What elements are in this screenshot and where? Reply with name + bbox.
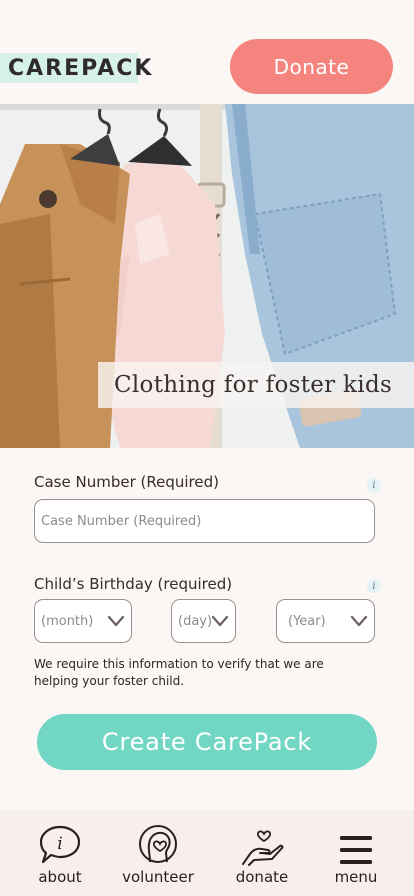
carepack-logo[interactable]: CAREPACK bbox=[0, 52, 153, 84]
chevron-down-icon bbox=[350, 615, 368, 627]
nav-label-volunteer: volunteer bbox=[122, 868, 194, 886]
app-header: CAREPACK Donate bbox=[0, 0, 414, 104]
svg-text:i: i bbox=[57, 834, 62, 854]
nav-item-volunteer[interactable]: volunteer bbox=[112, 810, 204, 896]
birth-month-value: (month) bbox=[41, 613, 94, 629]
donate-button[interactable]: Donate bbox=[230, 39, 393, 94]
birthday-label: Child’s Birthday (required) bbox=[34, 575, 233, 593]
chevron-down-icon bbox=[107, 615, 125, 627]
hero-image: Clothing for foster kids bbox=[0, 104, 414, 448]
logo-text: CAREPACK bbox=[8, 55, 154, 81]
head-heart-icon bbox=[139, 825, 177, 863]
nav-label-about: about bbox=[38, 868, 82, 886]
hero-caption: Clothing for foster kids bbox=[98, 362, 414, 408]
birth-month-select[interactable]: (month) bbox=[34, 599, 132, 643]
case-number-input[interactable] bbox=[34, 499, 375, 543]
chevron-down-icon bbox=[211, 615, 229, 627]
nav-label-menu: menu bbox=[334, 868, 378, 886]
birth-year-select[interactable]: (Year) bbox=[276, 599, 375, 643]
birth-day-value: (day) bbox=[178, 613, 213, 629]
case-number-label: Case Number (Required) bbox=[34, 473, 219, 491]
birth-day-select[interactable]: (day) bbox=[171, 599, 236, 643]
verification-note: We require this information to verify th… bbox=[34, 657, 324, 688]
nav-label-donate: donate bbox=[235, 868, 289, 886]
speech-bubble-info-icon: i bbox=[39, 825, 81, 864]
birth-year-value: (Year) bbox=[288, 613, 326, 629]
nav-item-donate[interactable]: donate bbox=[222, 810, 302, 896]
hamburger-menu-icon bbox=[340, 836, 372, 864]
hand-heart-icon bbox=[242, 830, 284, 866]
case-number-info-icon[interactable]: i bbox=[367, 478, 381, 492]
birthday-info-icon[interactable]: i bbox=[367, 579, 381, 593]
bottom-navigation: i about volunteer donate menu bbox=[0, 810, 414, 896]
create-carepack-button[interactable]: Create CarePack bbox=[37, 714, 377, 770]
nav-item-menu[interactable]: menu bbox=[320, 810, 392, 896]
nav-item-about[interactable]: i about bbox=[20, 810, 100, 896]
